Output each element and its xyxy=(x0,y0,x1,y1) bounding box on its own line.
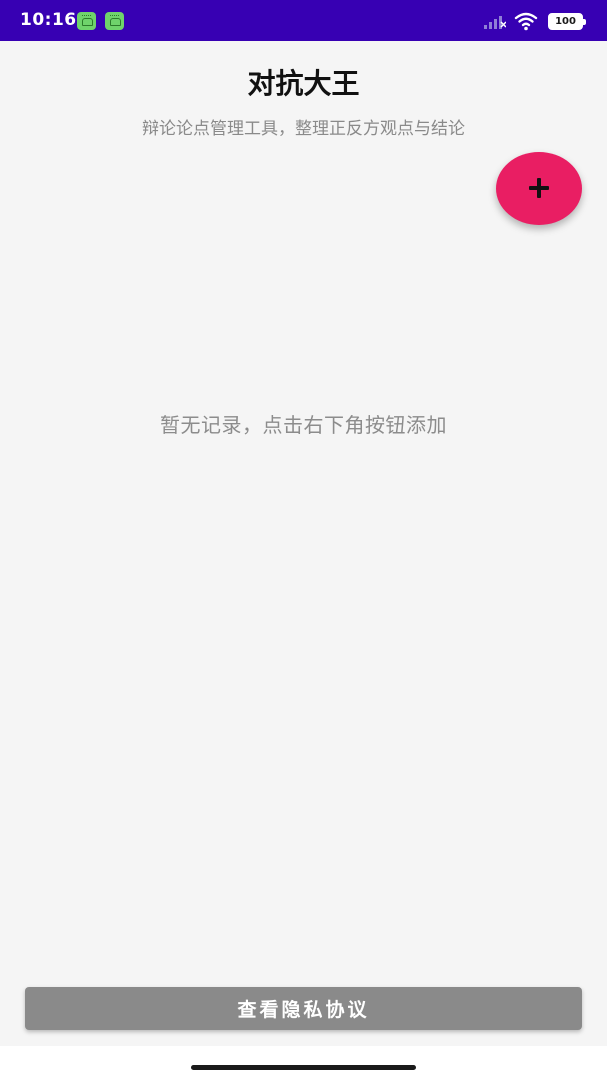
android-notification-icon xyxy=(77,12,96,30)
status-bar: 10:16 100 xyxy=(0,0,607,41)
battery-icon: 100 xyxy=(548,13,586,30)
signal-icon xyxy=(484,16,506,29)
add-record-button[interactable] xyxy=(496,152,582,225)
page-title: 对抗大王 xyxy=(247,67,360,100)
plus-icon xyxy=(529,178,549,198)
status-time: 10:16 xyxy=(20,10,77,30)
empty-state-message: 暂无记录，点击右下角按钮添加 xyxy=(160,413,447,437)
navigation-bar xyxy=(0,1046,607,1080)
android-notification-icon xyxy=(105,12,124,30)
page-subtitle: 辩论论点管理工具，整理正反方观点与结论 xyxy=(142,119,465,139)
view-privacy-policy-button[interactable]: 查看隐私协议 xyxy=(25,987,582,1030)
wifi-icon xyxy=(514,12,538,31)
home-indicator[interactable] xyxy=(191,1065,416,1070)
